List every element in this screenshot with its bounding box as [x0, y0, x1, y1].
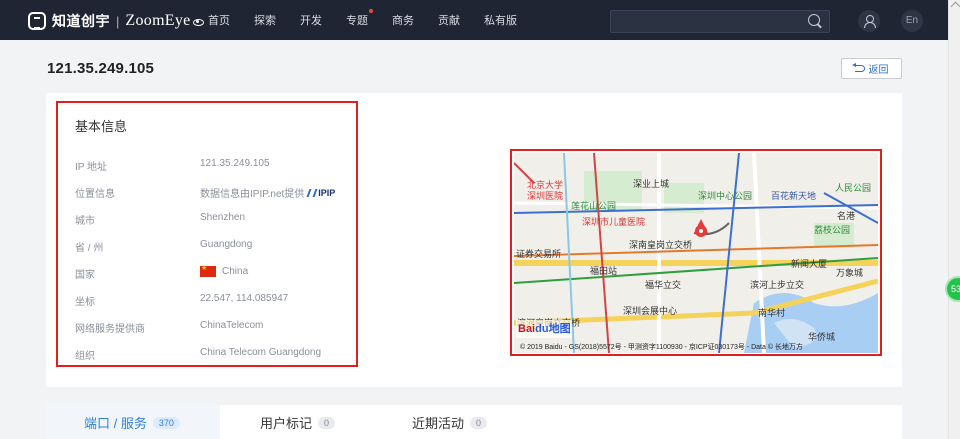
vertical-scrollbar[interactable]: [948, 0, 960, 439]
page-title: 121.35.249.105: [47, 60, 155, 77]
location-source-link[interactable]: 数据信息由IPIP.net提供: [200, 185, 304, 200]
map-label: 深圳医院: [527, 191, 564, 201]
nav-develop-label: 开发: [300, 15, 322, 27]
info-label: 省 / 州: [75, 243, 104, 254]
nav-private[interactable]: 私有版: [484, 12, 517, 28]
nav-business-label: 商务: [392, 15, 414, 27]
info-value-country: China: [200, 264, 249, 277]
info-label: 网络服务提供商: [75, 324, 145, 335]
info-label: 坐标: [75, 297, 95, 308]
nav-explore-label: 探索: [254, 15, 276, 27]
map-label: 新闻大厦: [791, 259, 828, 269]
tab-user-tags[interactable]: 用户标记 0: [260, 413, 336, 432]
map-label: 福华立交: [645, 280, 682, 290]
ipip-icon: [306, 188, 318, 197]
map-label: 深圳市儿童医院: [582, 217, 646, 227]
tab-label: 近期活动: [412, 416, 465, 431]
map-label: 人民公园: [835, 183, 872, 193]
nav-topics-label: 专题: [346, 15, 368, 27]
map-label: 证券交易所: [516, 249, 562, 259]
map-label: 深南皇岗立交桥: [629, 240, 693, 250]
tab-count-badge: 370: [152, 416, 180, 429]
map-label: 滨河上步立交: [750, 280, 805, 290]
tab-count-badge: 0: [470, 416, 488, 429]
map-label: 万象城: [836, 268, 864, 278]
back-button[interactable]: 返回: [841, 58, 902, 79]
info-value: China Telecom Guangdong: [200, 347, 322, 358]
info-value: Guangdong: [200, 239, 253, 250]
nav-private-label: 私有版: [484, 15, 517, 27]
tab-recent-activity[interactable]: 近期活动 0: [412, 413, 488, 432]
section-title: 基本信息: [75, 119, 128, 134]
nav-business[interactable]: 商务: [392, 12, 414, 28]
main-nav: 首页 探索 开发 专题 商务 贡献 私有版: [208, 0, 541, 40]
country-name: China: [222, 266, 249, 277]
map-label: 深圳中心公园: [698, 191, 753, 201]
nav-home-label: 首页: [208, 15, 230, 27]
nav-explore[interactable]: 探索: [254, 12, 276, 28]
info-value-location: 数据信息由IPIP.net提供 IPIP: [200, 185, 336, 201]
ipip-logo-text: IPIP: [318, 187, 336, 198]
ipip-logo: IPIP: [306, 187, 336, 198]
info-value: 121.35.249.105: [200, 158, 270, 169]
nav-home[interactable]: 首页: [208, 12, 230, 28]
new-dot-badge: [369, 9, 373, 13]
back-arrow-icon: [851, 63, 865, 72]
nav-contribute[interactable]: 贡献: [438, 12, 460, 28]
info-label: 组织: [75, 351, 95, 362]
knownsec-logo-icon: [28, 12, 46, 30]
tab-label: 用户标记: [260, 416, 313, 431]
baidu-logo-part-a: Bai: [518, 323, 536, 335]
back-button-label: 返回: [868, 65, 889, 76]
info-value: ChinaTelecom: [200, 320, 264, 331]
user-icon[interactable]: [858, 10, 880, 32]
nav-develop[interactable]: 开发: [300, 12, 322, 28]
nav-topics[interactable]: 专题: [346, 9, 373, 28]
search-input[interactable]: [610, 10, 830, 33]
nav-contribute-label: 贡献: [438, 15, 460, 27]
info-value: Shenzhen: [200, 212, 246, 223]
map-label: 莲花山公园: [571, 201, 617, 211]
logo-brand-cn: 知道创宇: [52, 13, 110, 29]
map-label: 华侨城: [808, 332, 836, 342]
map-label: 名港: [837, 211, 856, 221]
zoomeye-logo[interactable]: 知道创宇 | ZoomEye: [28, 11, 204, 31]
info-label: IP 地址: [75, 162, 108, 173]
info-value: 22.547, 114.085947: [200, 293, 289, 304]
map-label: 深圳会展中心: [623, 306, 678, 316]
map-label: 南华村: [758, 308, 786, 318]
info-label: 城市: [75, 216, 95, 227]
eye-icon: [192, 18, 204, 26]
search-icon[interactable]: [808, 14, 820, 26]
map-copyright: © 2019 Baidu - GS(2018)5572号 - 甲测资字11009…: [520, 344, 803, 351]
map-label: 福田站: [590, 266, 618, 276]
tab-label: 端口 / 服务: [84, 416, 147, 431]
tab-ports-services[interactable]: 端口 / 服务 370: [84, 413, 180, 432]
logo-brand-en: ZoomEye: [125, 12, 191, 29]
baidu-map-logo: Baidu地图: [516, 320, 572, 338]
info-label: 国家: [75, 270, 95, 281]
map-label: 百花新天地: [771, 191, 817, 201]
tab-count-badge: 0: [318, 416, 336, 429]
baidu-logo-part-b: du地图: [535, 323, 571, 335]
china-flag-icon: [200, 264, 216, 277]
map-label: 深业上城: [633, 179, 670, 189]
info-label: 位置信息: [75, 189, 115, 200]
language-toggle-button[interactable]: En: [901, 10, 923, 32]
logo-separator: |: [116, 13, 120, 29]
map-label: 荔枝公园: [814, 225, 851, 235]
